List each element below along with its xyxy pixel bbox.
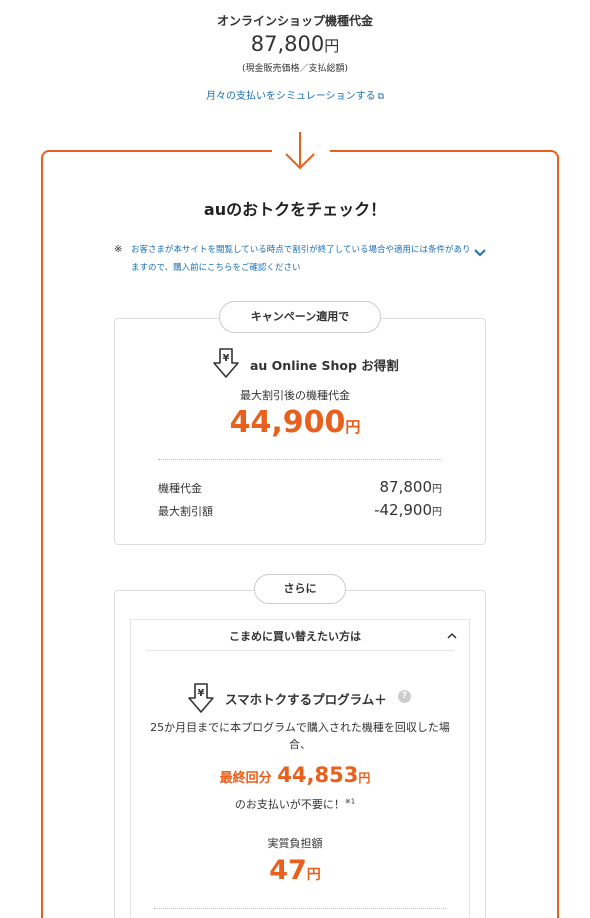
- svg-text:¥: ¥: [198, 688, 205, 699]
- accordion-title[interactable]: こまめに買い替えたい方は: [0, 628, 590, 644]
- online-price: 87,800円: [250, 32, 340, 56]
- chevron-down-icon[interactable]: [474, 249, 486, 257]
- help-icon[interactable]: ?: [398, 690, 411, 703]
- device-price-label: 機種代金: [158, 482, 202, 495]
- yen-down-arrow-icon: ¥: [213, 348, 239, 378]
- device-price-value: 87,800円: [379, 478, 443, 496]
- discounted-price: 44,900円: [229, 405, 361, 440]
- yen-down-arrow-icon: ¥: [188, 683, 214, 713]
- svg-text:¥: ¥: [223, 353, 230, 364]
- max-discount-label: 最大割引後の機種代金: [240, 389, 350, 402]
- program-title: スマホトクするプログラム＋: [225, 692, 387, 707]
- online-price-label: オンラインショップ機種代金: [216, 14, 373, 28]
- deal-title: au Online Shop お得割: [250, 358, 399, 373]
- further-pill: さらに: [254, 574, 346, 604]
- external-link-icon: ⧉: [377, 92, 385, 102]
- chevron-up-icon[interactable]: [447, 632, 457, 639]
- campaign-pill: キャンペーン適用で: [219, 301, 381, 333]
- effective-burden-label: 実質負担額: [267, 837, 323, 850]
- max-discount-amount-value: -42,900円: [374, 501, 442, 519]
- note-mark: ※: [114, 244, 123, 255]
- divider: [154, 908, 446, 909]
- divider: [158, 459, 442, 460]
- price-note: (現金販売価格／支払総額): [241, 64, 349, 74]
- effective-burden-value: 47円: [269, 855, 321, 886]
- otoku-check-title: auのおトクをチェック！: [203, 200, 387, 219]
- arrow-down-icon: [285, 132, 315, 170]
- program-description: 25か月目までに本プログラムで購入された機種を回収した場合、: [150, 721, 450, 751]
- condition-note[interactable]: ※ お客さまが本サイトを閲覧している時点で割引が終了している場合や適用には条件が…: [114, 241, 474, 277]
- condition-note-text: お客さまが本サイトを閲覧している時点で割引が終了している場合や適用には条件があり…: [131, 245, 471, 273]
- max-discount-amount-label: 最大割引額: [158, 505, 213, 518]
- accordion-divider: [146, 650, 454, 651]
- simulation-link[interactable]: 月々の支払いをシミュレーションする ⧉: [0, 87, 590, 102]
- final-installment: 最終回分 44,853円: [219, 763, 371, 787]
- payment-not-needed: のお支払いが不要に！※1: [234, 797, 356, 811]
